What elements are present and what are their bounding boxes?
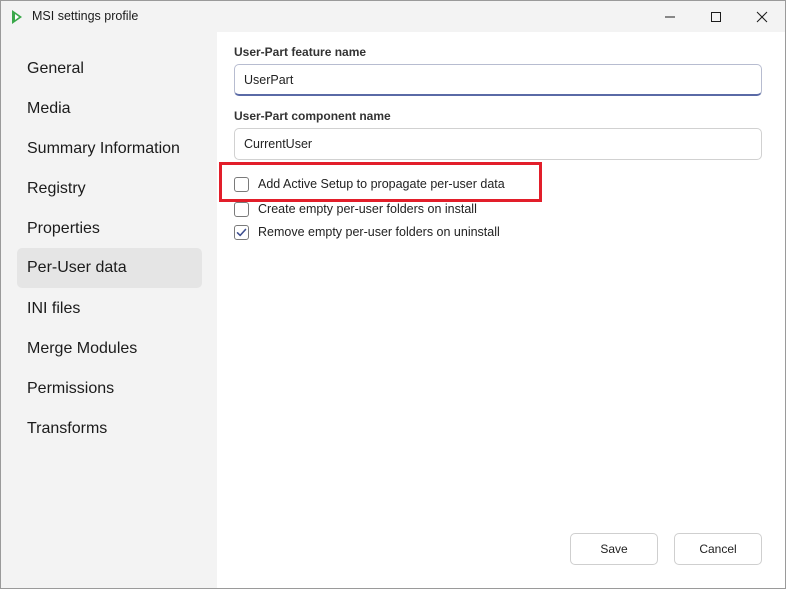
sidebar-item-label: Per-User data	[27, 259, 127, 276]
maximize-icon	[711, 11, 721, 22]
checkmark-icon	[236, 228, 247, 236]
sidebar-item-per-user-data[interactable]: Per-User data	[17, 248, 202, 288]
create-folders-label: Create empty per-user folders on install	[258, 202, 477, 216]
sidebar-item-summary-information[interactable]: Summary Information	[17, 129, 202, 169]
create-folders-checkbox-row[interactable]: Create empty per-user folders on install	[234, 200, 477, 218]
remove-folders-label: Remove empty per-user folders on uninsta…	[258, 225, 500, 239]
per-user-data-panel: User-Part feature name User-Part compone…	[217, 32, 785, 588]
active-setup-checkbox-row[interactable]: Add Active Setup to propagate per-user d…	[234, 175, 505, 193]
minimize-icon	[665, 16, 675, 17]
sidebar-item-ini-files[interactable]: INI files	[17, 289, 202, 329]
component-name-label: User-Part component name	[234, 109, 391, 123]
feature-name-input[interactable]	[234, 64, 762, 96]
sidebar-item-label: Media	[27, 100, 71, 117]
remove-folders-checkbox[interactable]	[234, 224, 249, 240]
sidebar-item-label: Properties	[27, 220, 100, 237]
close-button[interactable]	[739, 1, 785, 32]
maximize-button[interactable]	[693, 1, 739, 32]
sidebar-item-label: Permissions	[27, 380, 115, 397]
remove-folders-checkbox-row[interactable]: Remove empty per-user folders on uninsta…	[234, 223, 500, 241]
sidebar-item-merge-modules[interactable]: Merge Modules	[17, 329, 202, 369]
close-icon	[756, 11, 768, 22]
sidebar-item-label: General	[27, 60, 84, 77]
sidebar-item-label: Transforms	[27, 420, 108, 437]
app-logo-icon	[12, 10, 22, 24]
sidebar-item-registry[interactable]: Registry	[17, 169, 202, 209]
sidebar-item-label: Merge Modules	[27, 340, 138, 357]
active-setup-checkbox[interactable]	[234, 176, 249, 192]
sidebar-item-transforms[interactable]: Transforms	[17, 409, 202, 449]
settings-sidebar: General Media Summary Information Regist…	[1, 32, 217, 588]
minimize-button[interactable]	[647, 1, 693, 32]
sidebar-item-media[interactable]: Media	[17, 89, 202, 129]
component-name-input[interactable]	[234, 128, 762, 160]
window-title: MSI settings profile	[32, 9, 139, 23]
save-button[interactable]: Save	[570, 533, 658, 565]
create-folders-checkbox[interactable]	[234, 201, 249, 217]
sidebar-item-label: Summary Information	[27, 140, 180, 157]
sidebar-item-general[interactable]: General	[17, 49, 202, 89]
title-bar: MSI settings profile	[1, 1, 785, 32]
feature-name-label: User-Part feature name	[234, 45, 367, 59]
cancel-button[interactable]: Cancel	[674, 533, 762, 565]
sidebar-item-label: INI files	[27, 300, 81, 317]
sidebar-item-permissions[interactable]: Permissions	[17, 369, 202, 409]
sidebar-item-label: Registry	[27, 180, 86, 197]
msi-settings-window: MSI settings profile General Media Summa…	[0, 0, 786, 589]
active-setup-label: Add Active Setup to propagate per-user d…	[258, 177, 505, 191]
sidebar-item-properties[interactable]: Properties	[17, 209, 202, 249]
